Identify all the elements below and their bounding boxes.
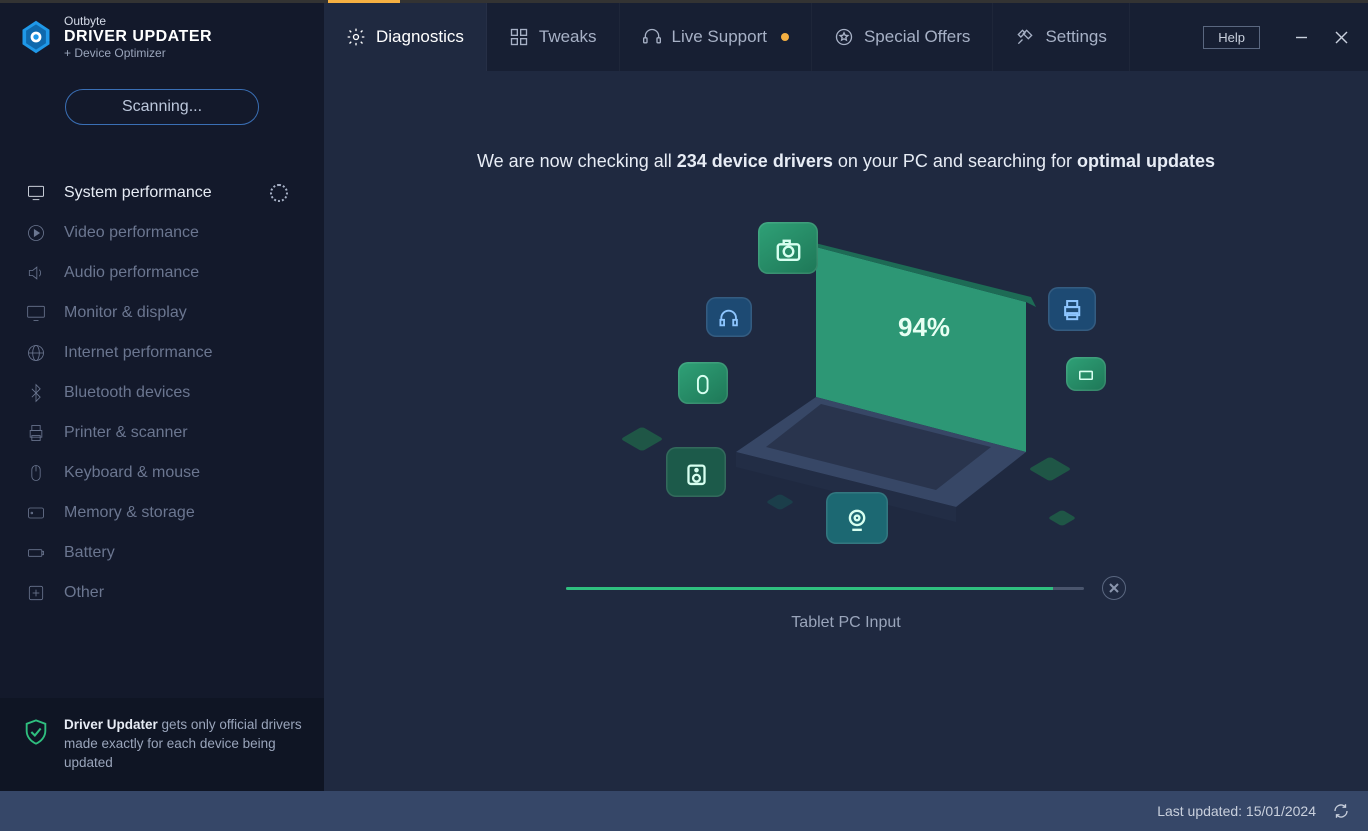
status-bar: Last updated: 15/01/2024 [0, 791, 1368, 831]
tab-live-support[interactable]: Live Support [620, 3, 812, 71]
sidebar: Scanning... System performance Video per… [0, 71, 324, 791]
sidebar-item-system-perf[interactable]: System performance [0, 173, 324, 213]
title-accent [0, 0, 1368, 3]
cancel-scan-button[interactable] [1102, 576, 1126, 600]
plus-box-icon [26, 583, 46, 603]
gear-icon [346, 27, 366, 47]
sidebar-item-label: Other [64, 584, 104, 602]
globe-icon [26, 343, 46, 363]
help-button[interactable]: Help [1203, 26, 1260, 49]
sidebar-item-bluetooth[interactable]: Bluetooth devices [0, 373, 324, 413]
sidebar-item-label: Audio performance [64, 264, 199, 282]
headset-icon [642, 27, 662, 47]
tab-tweaks[interactable]: Tweaks [487, 3, 620, 71]
tab-diagnostics-label: Diagnostics [376, 27, 464, 47]
sidebar-item-label: Battery [64, 544, 115, 562]
mouse-icon [26, 463, 46, 483]
scan-percent: 94% [898, 312, 950, 343]
camera-tile-icon [758, 222, 818, 274]
sidebar-footer: Driver Updater gets only official driver… [0, 698, 324, 791]
sidebar-item-keyboard[interactable]: Keyboard & mouse [0, 453, 324, 493]
sidebar-item-printer[interactable]: Printer & scanner [0, 413, 324, 453]
headphones-tile-icon [706, 297, 752, 337]
progress-label: Tablet PC Input [791, 614, 900, 632]
star-badge-icon [834, 27, 854, 47]
tools-icon [1015, 27, 1035, 47]
shield-check-icon [22, 718, 50, 746]
grid-icon [509, 27, 529, 47]
scanning-button[interactable]: Scanning... [65, 89, 259, 125]
mouse-tile-icon [678, 362, 728, 404]
sidebar-footer-text: Driver Updater gets only official driver… [64, 716, 302, 773]
brand-line2: DRIVER UPDATER [64, 28, 212, 46]
sidebar-item-label: Printer & scanner [64, 424, 188, 442]
printer-tile-icon [1048, 287, 1096, 331]
sidebar-item-label: System performance [64, 184, 212, 202]
progress-fill [566, 587, 1053, 590]
sidebar-item-label: Memory & storage [64, 504, 195, 522]
minimize-button[interactable] [1282, 21, 1320, 53]
tab-settings[interactable]: Settings [993, 3, 1129, 71]
sidebar-item-label: Video performance [64, 224, 199, 242]
sidebar-item-video-perf[interactable]: Video performance [0, 213, 324, 253]
tab-special-offers-label: Special Offers [864, 27, 970, 47]
brand-block: Outbyte DRIVER UPDATER + Device Optimize… [0, 3, 324, 71]
top-bar: Outbyte DRIVER UPDATER + Device Optimize… [0, 3, 1368, 71]
play-icon [26, 223, 46, 243]
card-tile-icon [1066, 357, 1106, 391]
sidebar-item-other[interactable]: Other [0, 573, 324, 613]
main-content: We are now checking all 234 device drive… [324, 71, 1368, 791]
tabs-row: Diagnostics Tweaks Live Support Special … [324, 3, 1195, 71]
sidebar-item-label: Bluetooth devices [64, 384, 190, 402]
refresh-icon[interactable] [1332, 802, 1350, 820]
window-controls: Help [1195, 3, 1368, 71]
sidebar-item-label: Internet performance [64, 344, 213, 362]
webcam-tile-icon [826, 492, 888, 544]
scan-headline: We are now checking all 234 device drive… [477, 151, 1215, 172]
progress-row [566, 576, 1126, 600]
tab-tweaks-label: Tweaks [539, 27, 597, 47]
bluetooth-icon [26, 383, 46, 403]
sidebar-item-battery[interactable]: Battery [0, 533, 324, 573]
close-button[interactable] [1322, 21, 1360, 53]
sidebar-item-internet[interactable]: Internet performance [0, 333, 324, 373]
monitor-icon [26, 183, 46, 203]
close-icon [1109, 583, 1119, 593]
sidebar-item-monitor[interactable]: Monitor & display [0, 293, 324, 333]
brand-logo-icon [18, 19, 54, 55]
display-icon [26, 303, 46, 323]
battery-icon [26, 543, 46, 563]
notification-dot-icon [781, 33, 789, 41]
sidebar-item-label: Monitor & display [64, 304, 187, 322]
speaker-icon [26, 263, 46, 283]
last-updated-text: Last updated: 15/01/2024 [1157, 803, 1316, 819]
brand-line3: + Device Optimizer [64, 46, 212, 60]
scan-illustration: 94% [586, 192, 1106, 572]
category-list: System performance Video performance Aud… [0, 143, 324, 698]
sidebar-item-audio-perf[interactable]: Audio performance [0, 253, 324, 293]
tab-diagnostics[interactable]: Diagnostics [324, 3, 487, 71]
tab-live-support-label: Live Support [672, 27, 767, 47]
sidebar-item-memory[interactable]: Memory & storage [0, 493, 324, 533]
speaker-tile-icon [666, 447, 726, 497]
storage-icon [26, 503, 46, 523]
tab-settings-label: Settings [1045, 27, 1106, 47]
brand-line1: Outbyte [64, 14, 212, 28]
spinner-icon [270, 184, 288, 202]
sidebar-item-label: Keyboard & mouse [64, 464, 200, 482]
tab-special-offers[interactable]: Special Offers [812, 3, 993, 71]
printer-icon [26, 423, 46, 443]
progress-bar [566, 587, 1084, 590]
